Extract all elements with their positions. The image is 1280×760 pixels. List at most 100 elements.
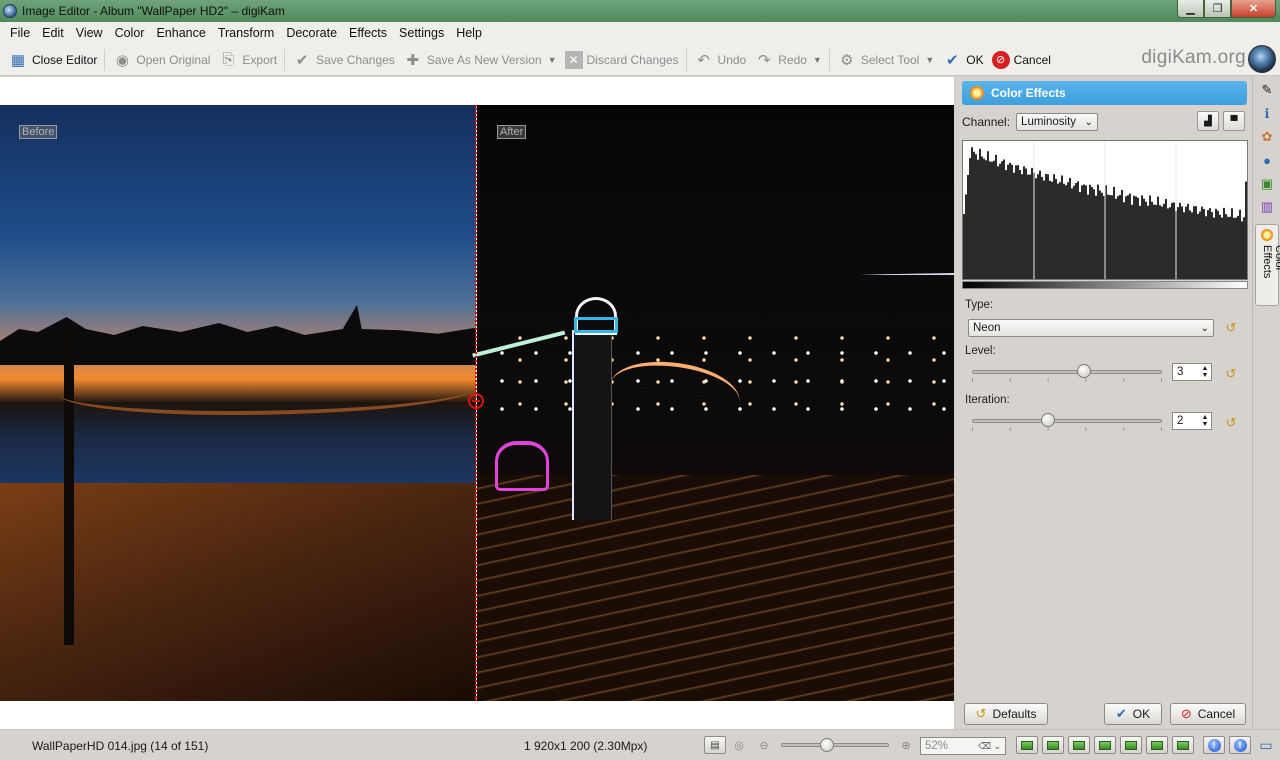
channel-select[interactable]: Luminosity ⌄ — [1016, 113, 1099, 131]
spin-arrows-icon[interactable]: ▲ ▼ — [1199, 414, 1211, 428]
iteration-slider-handle[interactable] — [1041, 413, 1055, 427]
reset-icon: ↺ — [975, 706, 987, 721]
toolbar-separator — [104, 48, 106, 71]
type-select[interactable]: Neon ⌄ — [968, 319, 1214, 337]
zoom-slider-handle[interactable] — [819, 738, 834, 752]
panel-cancel-button[interactable]: ⊘ Cancel — [1170, 703, 1246, 725]
defaults-button[interactable]: ↺ Defaults — [964, 703, 1048, 725]
view-mode-original-preview-button[interactable] — [1172, 736, 1194, 754]
iteration-slider[interactable] — [972, 413, 1162, 431]
histogram-graph — [963, 141, 1247, 279]
reset-type-button[interactable]: ↺ — [1221, 319, 1241, 337]
ok-button[interactable]: ✔ OK — [938, 46, 987, 74]
tab-color-effects[interactable]: Color Effects — [1255, 224, 1280, 306]
menu-view[interactable]: View — [70, 26, 109, 40]
menu-enhance[interactable]: Enhance — [150, 26, 211, 40]
save-changes-button[interactable]: ✔ Save Changes — [288, 46, 399, 74]
zoom-slider-track — [781, 743, 889, 747]
after-bucket — [495, 441, 549, 491]
menu-file[interactable]: File — [4, 26, 36, 40]
menu-settings[interactable]: Settings — [393, 26, 450, 40]
chevron-down-icon[interactable]: ▼ — [925, 55, 934, 65]
menu-help[interactable]: Help — [450, 26, 488, 40]
linear-scale-button[interactable]: ▟ — [1197, 111, 1219, 131]
image-icon — [1021, 740, 1033, 750]
undo-icon: ↶ — [697, 51, 710, 69]
tab-color-effects-label: Color Effects — [1261, 245, 1280, 279]
export-button[interactable]: ⎘ Export — [214, 46, 281, 74]
tab-colors[interactable]: ▥ — [1257, 197, 1277, 217]
panel-ok-button[interactable]: ✔ OK — [1104, 703, 1162, 725]
chevron-down-icon[interactable]: ▼ — [813, 55, 822, 65]
zoom-out-button[interactable]: ⊖ — [754, 736, 774, 754]
undo-button[interactable]: ↶ Undo — [690, 46, 751, 74]
redo-button[interactable]: ↷ Redo ▼ — [750, 46, 826, 74]
chevron-down-icon[interactable]: ▼ — [548, 55, 557, 65]
clear-zoom-icon[interactable]: ⌫ ⌄ — [978, 741, 1001, 752]
zoom-in-button[interactable]: ⊕ — [896, 736, 916, 754]
underexposure-indicator-button[interactable]: ! — [1203, 736, 1225, 754]
maximize-button[interactable]: ❐ — [1204, 0, 1231, 18]
iteration-spinbox[interactable]: 2 ▲ ▼ — [1172, 412, 1212, 430]
zoom-in-icon: ⊕ — [901, 739, 911, 752]
close-window-button[interactable]: ✕ — [1231, 0, 1276, 18]
after-post-cap-band — [574, 317, 618, 333]
tab-geolocation[interactable]: ● — [1257, 150, 1277, 170]
view-mode-original-button[interactable] — [1016, 736, 1038, 754]
menu-color[interactable]: Color — [109, 26, 151, 40]
digikam-app-icon[interactable] — [3, 4, 17, 18]
zoom-combo[interactable]: 52% ⌫ ⌄ — [920, 737, 1006, 755]
tab-metadata[interactable]: ✿ — [1257, 127, 1277, 147]
overexposure-indicator-button[interactable]: ! — [1229, 736, 1251, 754]
tab-properties[interactable]: ℹ — [1257, 104, 1277, 124]
menu-edit[interactable]: Edit — [36, 26, 70, 40]
level-slider-handle[interactable] — [1077, 364, 1092, 378]
save-as-new-version-label: Save As New Version — [426, 52, 542, 67]
after-image — [472, 105, 954, 701]
save-as-new-version-button[interactable]: ✚ Save As New Version ▼ — [399, 46, 561, 74]
view-mode-compare-button[interactable] — [1120, 736, 1142, 754]
menu-decorate[interactable]: Decorate — [280, 26, 343, 40]
select-tool-button[interactable]: ⚙ Select Tool ▼ — [833, 46, 938, 74]
view-mode-side-by-side-button[interactable] — [1094, 736, 1116, 754]
tab-tags[interactable]: ▣ — [1257, 174, 1277, 194]
select-tool-label: Select Tool — [860, 52, 920, 67]
reset-level-button[interactable]: ↺ — [1221, 365, 1241, 383]
level-slider[interactable] — [972, 364, 1162, 382]
view-mode-target-button[interactable] — [1146, 736, 1168, 754]
cancel-button[interactable]: ⊘ Cancel — [988, 46, 1055, 74]
zoom-slider[interactable] — [781, 738, 889, 752]
channel-value: Luminosity — [1021, 116, 1077, 128]
channel-row: Channel: Luminosity ⌄ — [962, 113, 1099, 131]
title-bar: Image Editor - Album "WallPaper HD2" – d… — [0, 0, 1280, 22]
tab-tools[interactable]: ✎ — [1257, 80, 1277, 100]
minimize-button[interactable]: ▁ — [1177, 0, 1204, 18]
digikam-logo-icon[interactable] — [1248, 45, 1276, 73]
split-handle-icon[interactable] — [468, 393, 484, 409]
discard-changes-button[interactable]: ✕ Discard Changes — [561, 46, 683, 74]
status-bar: WallPaperHD 014.jpg (14 of 151) 1 920x1 … — [0, 729, 1280, 760]
after-deck — [477, 475, 954, 701]
level-value: 3 — [1177, 366, 1184, 378]
open-original-button[interactable]: ◉ Open Original — [108, 46, 214, 74]
close-editor-button[interactable]: ▦ Close Editor — [4, 46, 101, 74]
pencil-icon: ✎ — [1261, 82, 1273, 97]
menu-effects[interactable]: Effects — [343, 26, 393, 40]
view-mode-split-horizontal-button[interactable] — [1068, 736, 1090, 754]
preview-image[interactable]: Before After — [0, 105, 954, 701]
open-original-icon: ◉ — [115, 51, 129, 69]
color-effects-icon — [1261, 229, 1273, 241]
menu-transform[interactable]: Transform — [212, 26, 281, 40]
level-slider-track — [972, 370, 1162, 374]
level-spinbox[interactable]: 3 ▲ ▼ — [1172, 363, 1212, 381]
overexposure-toggle[interactable]: ◎ — [729, 736, 749, 754]
underexposure-toggle[interactable]: ▤ — [704, 736, 726, 754]
view-mode-split-vertical-button[interactable] — [1042, 736, 1064, 754]
reset-iteration-button[interactable]: ↺ — [1221, 414, 1241, 432]
color-managed-view-button[interactable]: ▭ — [1256, 736, 1276, 754]
spin-arrows-icon[interactable]: ▲ ▼ — [1199, 365, 1211, 379]
digikam-brand-text[interactable]: digiKam.org — [1141, 47, 1246, 69]
histogram[interactable] — [962, 140, 1248, 280]
log-scale-button[interactable]: ▀ — [1223, 111, 1245, 131]
image-canvas[interactable]: Before After — [0, 77, 954, 729]
